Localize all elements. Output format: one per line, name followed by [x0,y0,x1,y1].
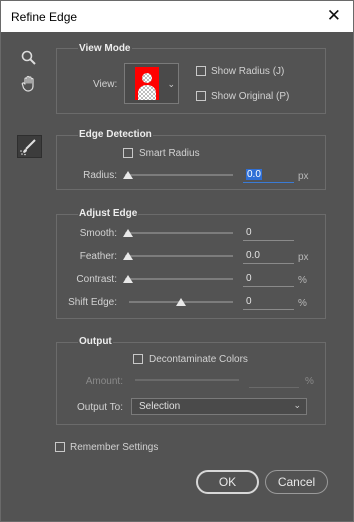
decontaminate-colors-checkbox[interactable] [133,354,143,364]
radius-unit: px [298,171,309,182]
radius-slider-track[interactable] [125,174,233,176]
show-original-checkbox[interactable] [196,91,206,101]
shift-edge-unit: % [298,298,307,309]
remember-settings-label: Remember Settings [70,442,159,453]
feather-label: Feather: [79,251,117,262]
contrast-slider-track[interactable] [125,278,233,280]
contrast-input[interactable]: 0 [243,273,294,287]
cancel-button[interactable]: Cancel [265,470,328,494]
smooth-label: Smooth: [79,228,117,239]
edge-detection-title: Edge Detection [78,129,153,140]
title-bar: Refine Edge ✕ [1,1,353,32]
view-label: View: [93,79,118,90]
show-radius-checkbox[interactable] [196,66,206,76]
hand-tool-icon[interactable] [21,75,37,92]
feather-slider-thumb[interactable] [123,252,133,260]
window-title: Refine Edge [11,10,78,24]
contrast-unit: % [298,275,307,286]
view-preview-thumbnail [135,67,159,100]
refine-radius-brush-icon[interactable] [17,135,42,158]
close-icon[interactable]: ✕ [327,7,341,24]
show-radius-label: Show Radius (J) [211,66,285,77]
refine-edge-dialog: Refine Edge ✕ View Mode View: ⌄ Show Rad… [0,0,354,522]
feather-unit: px [298,252,309,263]
radius-input[interactable]: 0.0 [243,169,294,183]
shift-edge-label: Shift Edge: [68,297,117,308]
view-mode-dropdown[interactable]: ⌄ [124,63,179,104]
radius-label: Radius: [83,170,117,181]
output-to-value: Selection [139,401,181,412]
adjust-edge-title: Adjust Edge [78,208,139,219]
remember-settings-checkbox[interactable] [55,442,65,452]
chevron-down-icon: ⌄ [293,400,301,410]
decontaminate-colors-label: Decontaminate Colors [149,354,248,365]
radius-slider-thumb[interactable] [123,171,133,179]
output-to-select[interactable]: Selection ⌄ [131,398,307,415]
amount-slider-track [135,379,239,381]
show-original-label: Show Original (P) [211,91,290,102]
smooth-input[interactable]: 0 [243,227,294,241]
ok-button[interactable]: OK [196,470,259,494]
amount-unit: % [305,376,314,387]
shift-edge-slider-thumb[interactable] [176,298,186,306]
amount-label: Amount: [85,376,123,387]
shift-edge-input[interactable]: 0 [243,296,294,310]
chevron-down-icon: ⌄ [167,79,175,89]
contrast-slider-thumb[interactable] [123,275,133,283]
zoom-tool-icon[interactable] [21,50,37,66]
feather-slider-track[interactable] [125,255,233,257]
view-mode-title: View Mode [78,43,132,54]
feather-input[interactable]: 0.0 [243,250,294,264]
smooth-slider-track[interactable] [125,232,233,234]
smart-radius-label: Smart Radius [139,148,200,159]
output-title: Output [78,336,113,347]
output-to-label: Output To: [77,402,123,413]
amount-input [249,374,299,388]
smart-radius-checkbox[interactable] [123,148,133,158]
smooth-slider-thumb[interactable] [123,229,133,237]
contrast-label: Contrast: [76,274,117,285]
